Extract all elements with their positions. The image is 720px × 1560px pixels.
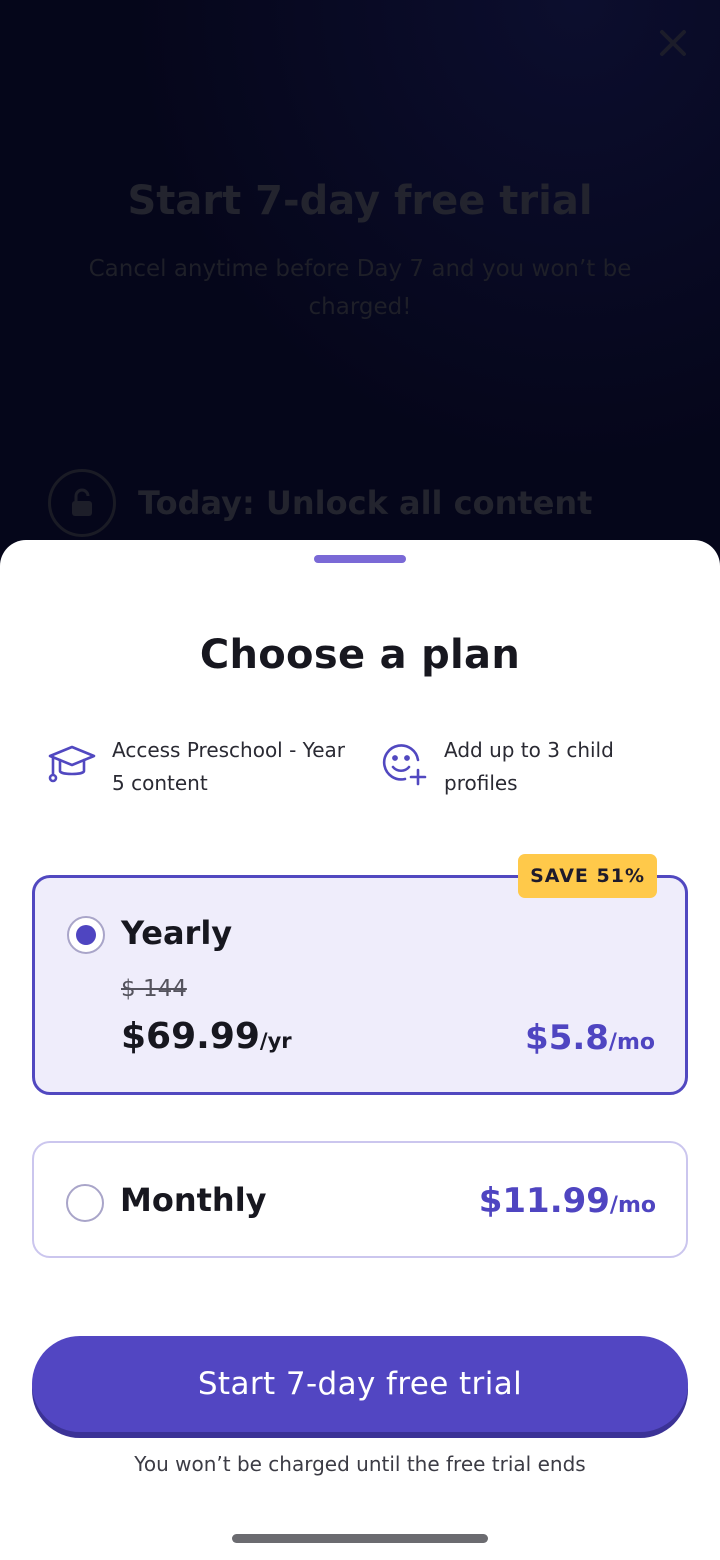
- background-step-label: Today: Unlock all content: [138, 484, 593, 522]
- plan-card-monthly[interactable]: Monthly $11.99/mo: [32, 1141, 688, 1258]
- yearly-radio[interactable]: [67, 916, 105, 954]
- monthly-price: $11.99/mo: [479, 1181, 656, 1221]
- price-unit: /yr: [259, 1029, 292, 1053]
- home-indicator[interactable]: [232, 1534, 488, 1543]
- price-unit: /mo: [609, 1193, 656, 1218]
- unlock-icon: [48, 469, 116, 537]
- feature-text: Access Preschool - Year 5 content: [112, 738, 346, 795]
- monthly-radio[interactable]: [66, 1184, 104, 1222]
- price-unit: /mo: [608, 1030, 655, 1055]
- sheet-title: Choose a plan: [199, 632, 521, 678]
- yearly-price: $69.99/yr: [121, 1016, 292, 1057]
- background-subtitle: Cancel anytime before Day 7 and you won’…: [88, 256, 632, 320]
- save-badge: SAVE 51%: [518, 854, 657, 898]
- plan-bottom-sheet: Choose a plan Access Preschool - Year 5 …: [0, 540, 720, 1560]
- add-profile-smiley-icon: [378, 738, 430, 790]
- price-value: $11.99: [478, 1181, 610, 1221]
- graduation-cap-icon: [46, 738, 98, 790]
- original-price: $ 144: [121, 976, 187, 1002]
- feature-text: Add up to 3 child profiles: [444, 738, 614, 795]
- plan-card-yearly[interactable]: SAVE 51% Yearly $ 144 $69.99/yr $5.8/mo: [32, 854, 688, 1095]
- plan-name: Yearly: [121, 914, 233, 952]
- feature-content-access: Access Preschool - Year 5 content: [46, 734, 346, 800]
- start-trial-button[interactable]: Start 7-day free trial: [32, 1336, 688, 1432]
- close-icon[interactable]: [656, 26, 690, 60]
- sheet-grabber[interactable]: [314, 555, 406, 563]
- background-step-today: Today: Unlock all content: [48, 468, 688, 538]
- plan-name: Monthly: [120, 1181, 267, 1219]
- price-value: $5.8: [525, 1018, 609, 1058]
- cta-note: You won’t be charged until the free tria…: [134, 1452, 586, 1476]
- price-value: $69.99: [121, 1016, 260, 1057]
- background-screen: Start 7-day free trial Cancel anytime be…: [0, 0, 720, 600]
- background-title: Start 7-day free trial: [127, 178, 593, 224]
- feature-child-profiles: Add up to 3 child profiles: [378, 734, 678, 800]
- monthly-equivalent-price: $5.8/mo: [525, 1018, 655, 1058]
